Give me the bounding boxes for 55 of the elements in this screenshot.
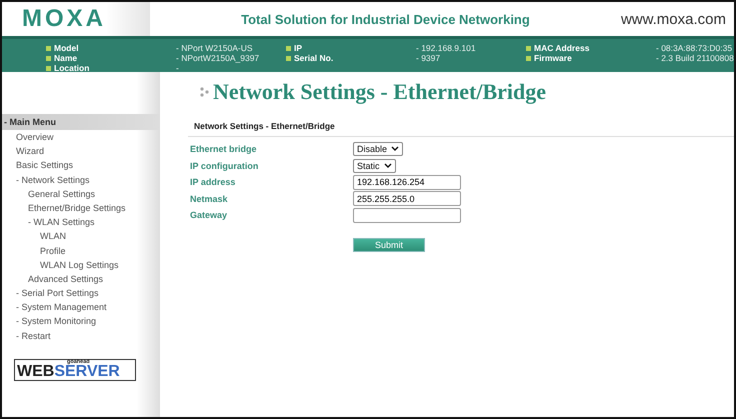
info-label: Serial No.: [286, 53, 416, 63]
menu-item[interactable]: General Settings: [2, 186, 160, 201]
input-field[interactable]: [353, 208, 461, 223]
field-label: Ethernet bridge: [190, 144, 258, 154]
input-field[interactable]: 255.255.255.0: [353, 191, 461, 206]
bullet-icon: [526, 46, 531, 50]
menu-item[interactable]: - WLAN Settings: [2, 215, 160, 230]
info-label: Model: [46, 43, 176, 53]
menu-item[interactable]: Profile: [2, 244, 160, 258]
bullet-icon: [526, 56, 531, 60]
info-value: - NPort W2150A-US: [176, 43, 254, 53]
input-field[interactable]: 192.168.126.254: [353, 174, 461, 190]
website-link[interactable]: www.moxa.com: [620, 10, 734, 28]
info-label: Firmware: [526, 53, 656, 63]
menu-item[interactable]: WLAN: [2, 229, 160, 244]
field-label: Netmask: [190, 194, 229, 204]
menu-item[interactable]: Overview: [2, 130, 160, 144]
field-label: Gateway: [190, 210, 228, 220]
menu-item[interactable]: Wizard: [2, 144, 160, 158]
field-label: IP address: [190, 177, 236, 188]
info-value: - 2.3 Build 21100808: [656, 53, 734, 63]
field-label: IP configuration: [190, 160, 260, 171]
info-label: Location: [46, 63, 176, 73]
section-header: Network Settings - Ethernet/Bridge: [188, 117, 734, 137]
dropdown[interactable]: Disable: [353, 142, 404, 156]
info-value: - 192.168.9.101: [416, 43, 477, 53]
info-label: IP: [286, 43, 416, 53]
menu-item[interactable]: WLAN Log Settings: [2, 258, 160, 272]
logo: MOXA: [22, 5, 106, 33]
bullet-icon: [286, 46, 291, 50]
bullet-icon: [46, 46, 51, 50]
info-value: - 08:3A:88:73:D0:35: [656, 43, 734, 53]
menu-item[interactable]: Advanced Settings: [2, 272, 160, 286]
info-value: -: [176, 63, 180, 73]
caret-icon: [384, 162, 392, 169]
tagline: Total Solution for Industrial Device Networking: [240, 12, 531, 26]
menu-item[interactable]: - System Management: [2, 300, 160, 314]
bullet-icon: [46, 56, 51, 60]
bullet-icon: [286, 56, 291, 60]
menu-item[interactable]: - Network Settings: [2, 172, 160, 187]
info-label: Name: [46, 53, 176, 63]
menu-item[interactable]: - Restart: [2, 328, 160, 343]
info-label: MAC Address: [526, 43, 656, 53]
dropdown[interactable]: Static: [353, 158, 396, 173]
menu-item[interactable]: - Serial Port Settings: [2, 286, 160, 300]
menu-item[interactable]: - System Monitoring: [2, 314, 160, 329]
page-title: Network Settings - Ethernet/Bridge: [213, 79, 546, 105]
menu-item[interactable]: Basic Settings: [2, 158, 160, 173]
dots-icon: [200, 86, 210, 98]
bullet-icon: [46, 66, 51, 70]
info-value: - 9397: [416, 53, 442, 63]
info-value: - NPortW2150A_9397: [176, 53, 260, 63]
menu-title[interactable]: - Main Menu: [2, 114, 160, 130]
caret-icon: [391, 146, 400, 152]
menu-item[interactable]: Ethernet/Bridge Settings: [2, 200, 160, 216]
